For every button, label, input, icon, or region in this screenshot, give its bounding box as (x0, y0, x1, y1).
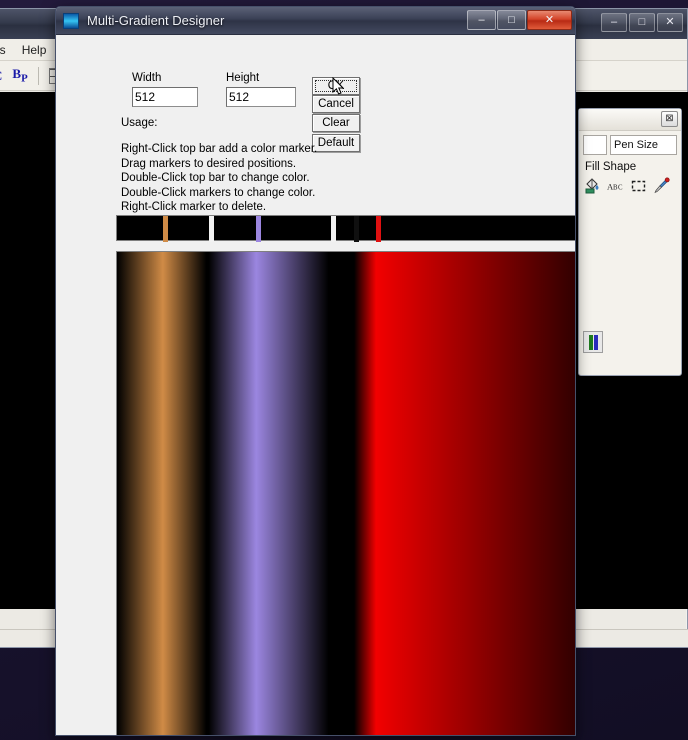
eyedropper-icon[interactable] (653, 177, 670, 194)
dialog-titlebar[interactable]: Multi-Gradient Designer – □ ✕ (56, 7, 575, 35)
dialog-close-button[interactable]: ✕ (527, 10, 572, 30)
bg-maximize-button[interactable]: □ (629, 13, 655, 32)
dialog-maximize-button[interactable]: □ (497, 10, 526, 30)
marker-purple[interactable] (256, 216, 262, 242)
fill-shape-label: Fill Shape (585, 161, 637, 173)
dialog-minimize-button[interactable]: – (467, 10, 496, 30)
dialog-title: Multi-Gradient Designer (87, 13, 225, 28)
gradient-fill (117, 252, 575, 735)
marker-white-1[interactable] (208, 216, 214, 242)
bold-c-icon[interactable]: C (0, 68, 2, 84)
usage-line: Right-Click marker to delete. (121, 201, 267, 214)
menu-item-help[interactable]: Help (22, 43, 47, 57)
usage-instructions: Right-Click top bar add a color marker. … (121, 142, 317, 215)
marker-black[interactable] (354, 216, 360, 242)
usage-line: Drag markers to desired positions. (121, 157, 297, 170)
menu-item-options[interactable]: ns (0, 43, 6, 57)
usage-line: Double-Click markers to change color. (121, 186, 316, 199)
swatch-blue (593, 334, 598, 350)
width-label: Width (132, 72, 162, 84)
gradient-preview-canvas[interactable] (116, 251, 575, 735)
marker-white-2[interactable] (331, 216, 337, 242)
ok-focus-ring (315, 80, 357, 92)
ok-button[interactable]: OK (312, 77, 360, 95)
usage-line: Right-Click top bar add a color marker. (121, 143, 318, 155)
tool-icon-strip[interactable]: A B C (579, 175, 681, 194)
dialog-window-controls[interactable]: – □ ✕ (467, 10, 572, 30)
paint-bucket-icon[interactable] (584, 177, 601, 194)
bold-bp-icon[interactable]: BP (12, 66, 27, 85)
background-window-controls[interactable]: – □ ✕ (601, 13, 683, 32)
toolbar-separator (37, 66, 39, 85)
tool-palette-window[interactable]: ⊠ Pen Size Fill Shape A B C (578, 108, 682, 376)
default-button-label: Default (317, 137, 355, 149)
pen-size-label: Pen Size (610, 135, 677, 155)
clear-button[interactable]: Clear (312, 114, 360, 132)
dialog-app-icon (63, 12, 79, 29)
cancel-button-label: Cancel (318, 98, 354, 110)
palette-close-icon[interactable]: ⊠ (661, 111, 678, 127)
dialog-body: Width Height OK Cancel Clear Default Usa… (56, 35, 575, 735)
cancel-button[interactable]: Cancel (312, 95, 360, 113)
multi-gradient-designer-dialog[interactable]: Multi-Gradient Designer – □ ✕ Width Heig… (55, 6, 576, 736)
default-button[interactable]: Default (312, 134, 360, 152)
marker-red[interactable] (376, 216, 382, 242)
clear-button-label: Clear (322, 117, 350, 129)
swatch-green (588, 334, 593, 350)
width-input[interactable] (132, 87, 198, 107)
height-label: Height (226, 72, 260, 84)
text-tool-icon[interactable]: A B C (607, 177, 624, 194)
marker-orange[interactable] (162, 216, 168, 242)
pen-size-row[interactable]: Pen Size (579, 131, 681, 155)
usage-line: Double-Click top bar to change color. (121, 172, 310, 185)
bg-close-button[interactable]: ✕ (657, 13, 683, 32)
palette-titlebar[interactable]: ⊠ (579, 109, 681, 131)
color-swatch-icon[interactable] (583, 331, 603, 353)
bg-minimize-button[interactable]: – (601, 13, 627, 32)
height-input[interactable] (226, 87, 296, 107)
usage-heading: Usage: (121, 117, 158, 129)
gradient-marker-bar[interactable] (116, 215, 575, 242)
pen-size-input[interactable] (583, 135, 607, 155)
select-rect-icon[interactable] (630, 177, 647, 194)
svg-text:C: C (618, 184, 623, 191)
